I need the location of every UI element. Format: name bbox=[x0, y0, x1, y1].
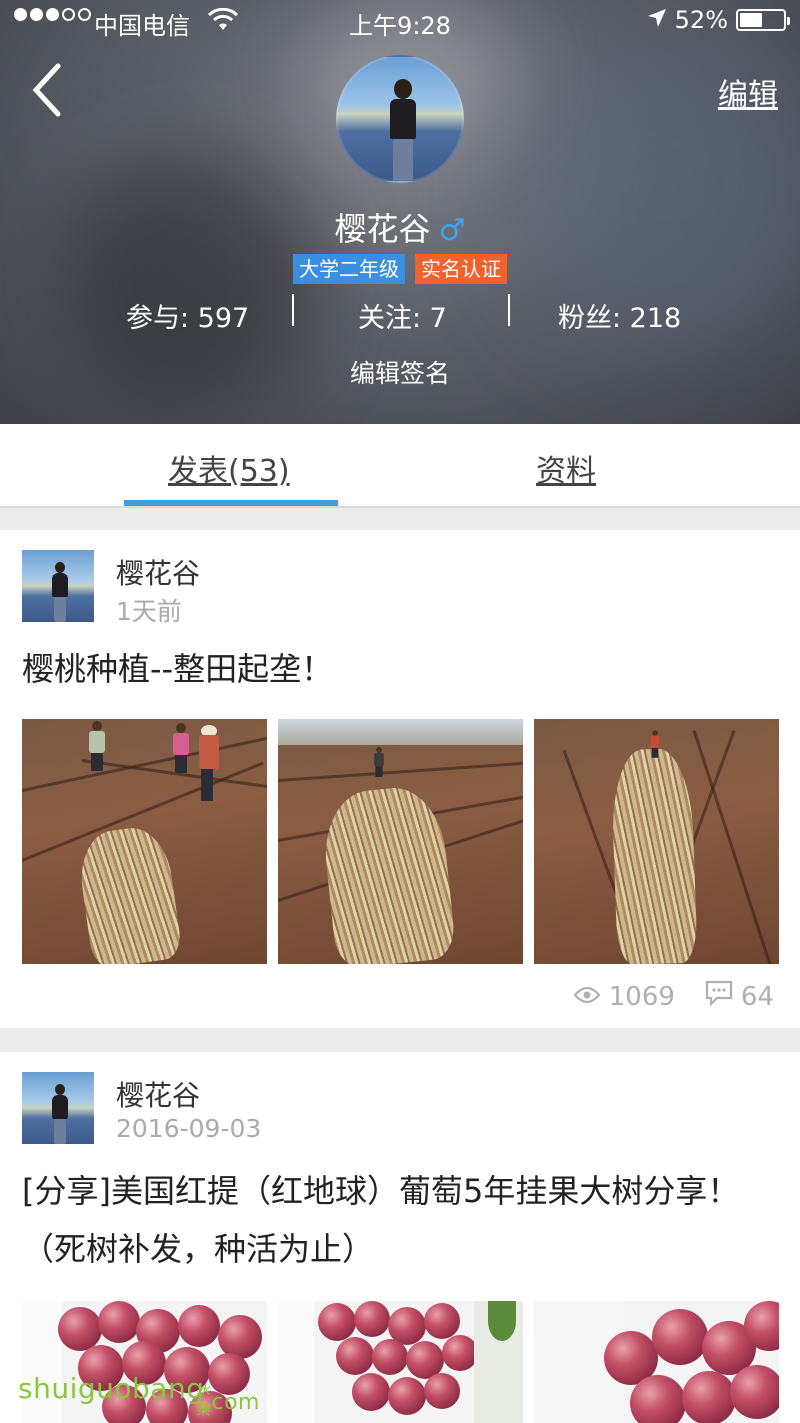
status-bar: 中国电信 上午9:28 52% bbox=[0, 0, 800, 44]
male-gender-icon: ♂ bbox=[438, 213, 466, 248]
edit-signature-button[interactable]: 编辑签名 bbox=[0, 354, 800, 390]
stat-divider bbox=[292, 294, 294, 326]
watermark-domain: .com bbox=[204, 1390, 260, 1415]
tab-posts[interactable]: 发表(53) bbox=[168, 446, 290, 490]
username-row: 樱花谷 ♂ bbox=[0, 204, 800, 250]
verified-badge: 实名认证 bbox=[415, 254, 507, 284]
post-timestamp: 2016-09-03 bbox=[116, 1114, 262, 1143]
username: 樱花谷 bbox=[334, 210, 431, 248]
stat-following[interactable]: 关注: 7 bbox=[358, 296, 447, 335]
tab-profile-info[interactable]: 资料 bbox=[536, 446, 596, 490]
post-author-avatar[interactable] bbox=[22, 550, 94, 622]
battery-icon bbox=[736, 9, 790, 31]
eye-icon bbox=[573, 982, 601, 1012]
battery-percent: 52% bbox=[674, 6, 728, 34]
post-stats: 1069 64 bbox=[573, 980, 774, 1013]
watermark-text: shuiguobang bbox=[18, 1372, 205, 1405]
post-card[interactable]: 樱花谷 2016-09-03 [分享]美国红提（红地球）葡萄5年挂果大树分享！（… bbox=[0, 1052, 800, 1423]
post-photo[interactable] bbox=[22, 719, 267, 964]
stat-participation[interactable]: 参与: 597 bbox=[126, 296, 249, 335]
post-photo[interactable] bbox=[534, 1301, 779, 1423]
post-author-avatar[interactable] bbox=[22, 1072, 94, 1144]
post-title[interactable]: [分享]美国红提（红地球）葡萄5年挂果大树分享！（死树补发，种活为止） bbox=[22, 1162, 782, 1278]
post-title[interactable]: 樱桃种植--整田起垄！ bbox=[22, 640, 782, 698]
chevron-left-icon bbox=[32, 63, 61, 117]
edit-profile-button[interactable]: 编辑 bbox=[718, 70, 778, 114]
profile-stats: 参与: 597 关注: 7 粉丝: 218 bbox=[0, 290, 800, 334]
location-arrow-icon bbox=[647, 6, 667, 34]
post-author-name[interactable]: 樱花谷 bbox=[116, 552, 200, 592]
view-count: 1069 bbox=[608, 981, 675, 1012]
comment-count: 64 bbox=[740, 981, 774, 1012]
grade-badge: 大学二年级 bbox=[293, 254, 405, 284]
back-button[interactable] bbox=[28, 62, 78, 118]
stat-divider bbox=[508, 294, 510, 326]
post-photo[interactable] bbox=[278, 719, 523, 964]
site-watermark: shuiguobang 水果邦 .com bbox=[18, 1372, 259, 1419]
post-photo[interactable] bbox=[534, 719, 779, 964]
post-photo[interactable] bbox=[278, 1301, 523, 1423]
stat-followers[interactable]: 粉丝: 218 bbox=[558, 296, 681, 335]
badges: 大学二年级 实名认证 bbox=[0, 254, 800, 284]
avatar[interactable] bbox=[336, 55, 464, 183]
profile-header: 中国电信 上午9:28 52% 编辑 樱花谷 ♂ 大学二年级 实名认证 参与: 5… bbox=[0, 0, 800, 424]
post-author-name[interactable]: 樱花谷 bbox=[116, 1074, 200, 1114]
post-card[interactable]: 樱花谷 1天前 樱桃种植--整田起垄！ 1069 64 bbox=[0, 530, 800, 1028]
comment-icon bbox=[705, 980, 733, 1013]
post-timestamp: 1天前 bbox=[116, 597, 182, 626]
profile-tabs: 发表(53) 资料 bbox=[0, 424, 800, 508]
active-tab-indicator bbox=[124, 500, 338, 506]
